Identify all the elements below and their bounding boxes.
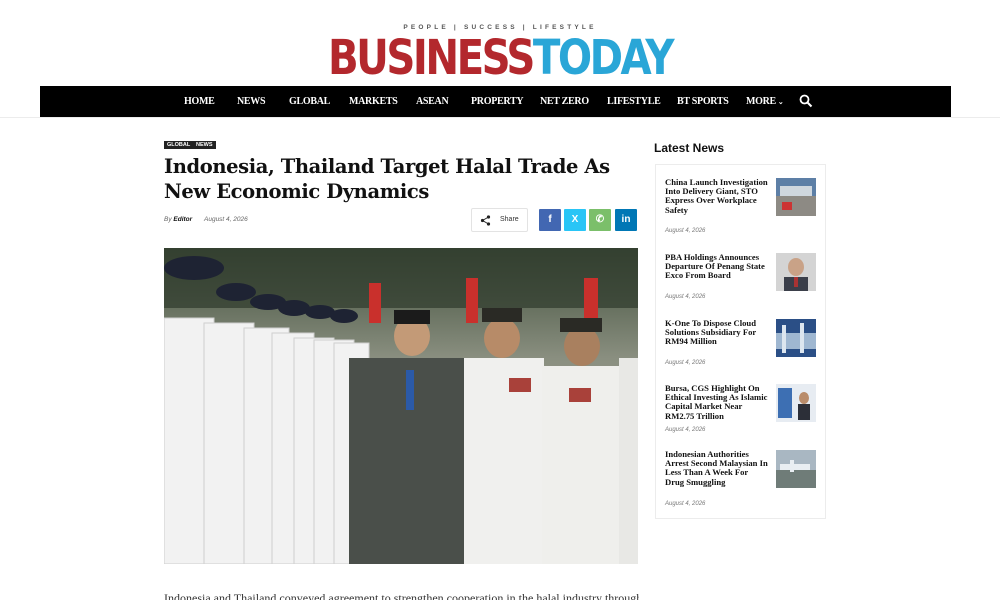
news-item-title[interactable]: Indonesian Authorities Arrest Second Mal… (665, 449, 769, 487)
facebook-icon[interactable]: f (539, 209, 561, 231)
news-item-date: August 4, 2026 (665, 501, 706, 507)
chevron-down-icon: ⌄ (777, 98, 784, 106)
latest-news-item[interactable]: K-One To Dispose Cloud Solutions Subsidi… (665, 318, 817, 367)
author-link[interactable]: Editor (173, 216, 192, 223)
whatsapp-icon[interactable]: ✆ (589, 209, 611, 231)
nav-item-more-label: MORE (746, 96, 776, 107)
share-icon (480, 215, 491, 226)
news-thumbnail[interactable] (776, 178, 816, 216)
news-item-title[interactable]: K-One To Dispose Cloud Solutions Subsidi… (665, 318, 769, 347)
article-lede: Indonesia and Thailand conveyed agreemen… (164, 591, 639, 600)
nav-item-bt-sports[interactable]: BT SPORTS (677, 86, 729, 117)
latest-news-item[interactable]: Indonesian Authorities Arrest Second Mal… (665, 449, 817, 507)
news-thumbnail[interactable] (776, 319, 816, 357)
nav-item-global[interactable]: GLOBAL (289, 86, 330, 117)
news-item-title[interactable]: China Launch Investigation Into Delivery… (665, 177, 769, 215)
news-item-title[interactable]: Bursa, CGS Highlight On Ethical Investin… (665, 383, 769, 421)
byline-prefix: By (164, 216, 172, 223)
sidebar-title: Latest News (654, 141, 725, 155)
nav-item-home[interactable]: HOME (184, 86, 215, 117)
twitter-x-icon[interactable]: X (564, 209, 586, 231)
news-item-title[interactable]: PBA Holdings Announces Departure Of Pena… (665, 252, 769, 281)
nav-item-markets[interactable]: MARKETS (349, 86, 398, 117)
news-thumbnail[interactable] (776, 253, 816, 291)
news-item-date: August 4, 2026 (665, 228, 706, 234)
latest-news-item[interactable]: PBA Holdings Announces Departure Of Pena… (665, 252, 817, 301)
nav-item-asean[interactable]: ASEAN (416, 86, 449, 117)
nav-item-news[interactable]: NEWS (237, 86, 266, 117)
article-hero-image (164, 248, 638, 564)
ceremony-photo (164, 248, 638, 564)
article-title: Indonesia, Thailand Target Halal Trade A… (164, 155, 610, 203)
tag-global[interactable]: GLOBAL (164, 141, 194, 149)
article-date: August 4, 2026 (204, 216, 248, 223)
site-logo[interactable]: BUSINESSTODAY (80, 30, 920, 86)
news-item-date: August 4, 2026 (665, 427, 706, 433)
linkedin-icon[interactable]: in (615, 209, 637, 231)
logo-business: BUSINESS (327, 30, 535, 86)
news-thumbnail[interactable] (776, 384, 816, 422)
nav-item-property[interactable]: PROPERTY (471, 86, 524, 117)
main-nav: HOME NEWS GLOBAL MARKETS ASEAN PROPERTY … (40, 86, 951, 117)
nav-item-more[interactable]: MORE ⌄ (746, 86, 784, 117)
share-button[interactable]: Share (471, 208, 528, 232)
byline: By Editor August 4, 2026 (164, 216, 248, 223)
news-item-date: August 4, 2026 (665, 360, 706, 366)
latest-news-item[interactable]: Bursa, CGS Highlight On Ethical Investin… (665, 383, 817, 433)
search-icon[interactable] (799, 94, 813, 108)
news-thumbnail[interactable] (776, 450, 816, 488)
share-label: Share (500, 216, 519, 223)
tag-news[interactable]: NEWS (193, 141, 216, 149)
nav-item-lifestyle[interactable]: LIFESTYLE (607, 86, 661, 117)
news-item-date: August 4, 2026 (665, 294, 706, 300)
nav-item-net-zero[interactable]: NET ZERO (540, 86, 589, 117)
latest-news-item[interactable]: China Launch Investigation Into Delivery… (665, 177, 817, 234)
logo-today: TODAY (532, 30, 675, 86)
header-divider (0, 117, 1000, 118)
